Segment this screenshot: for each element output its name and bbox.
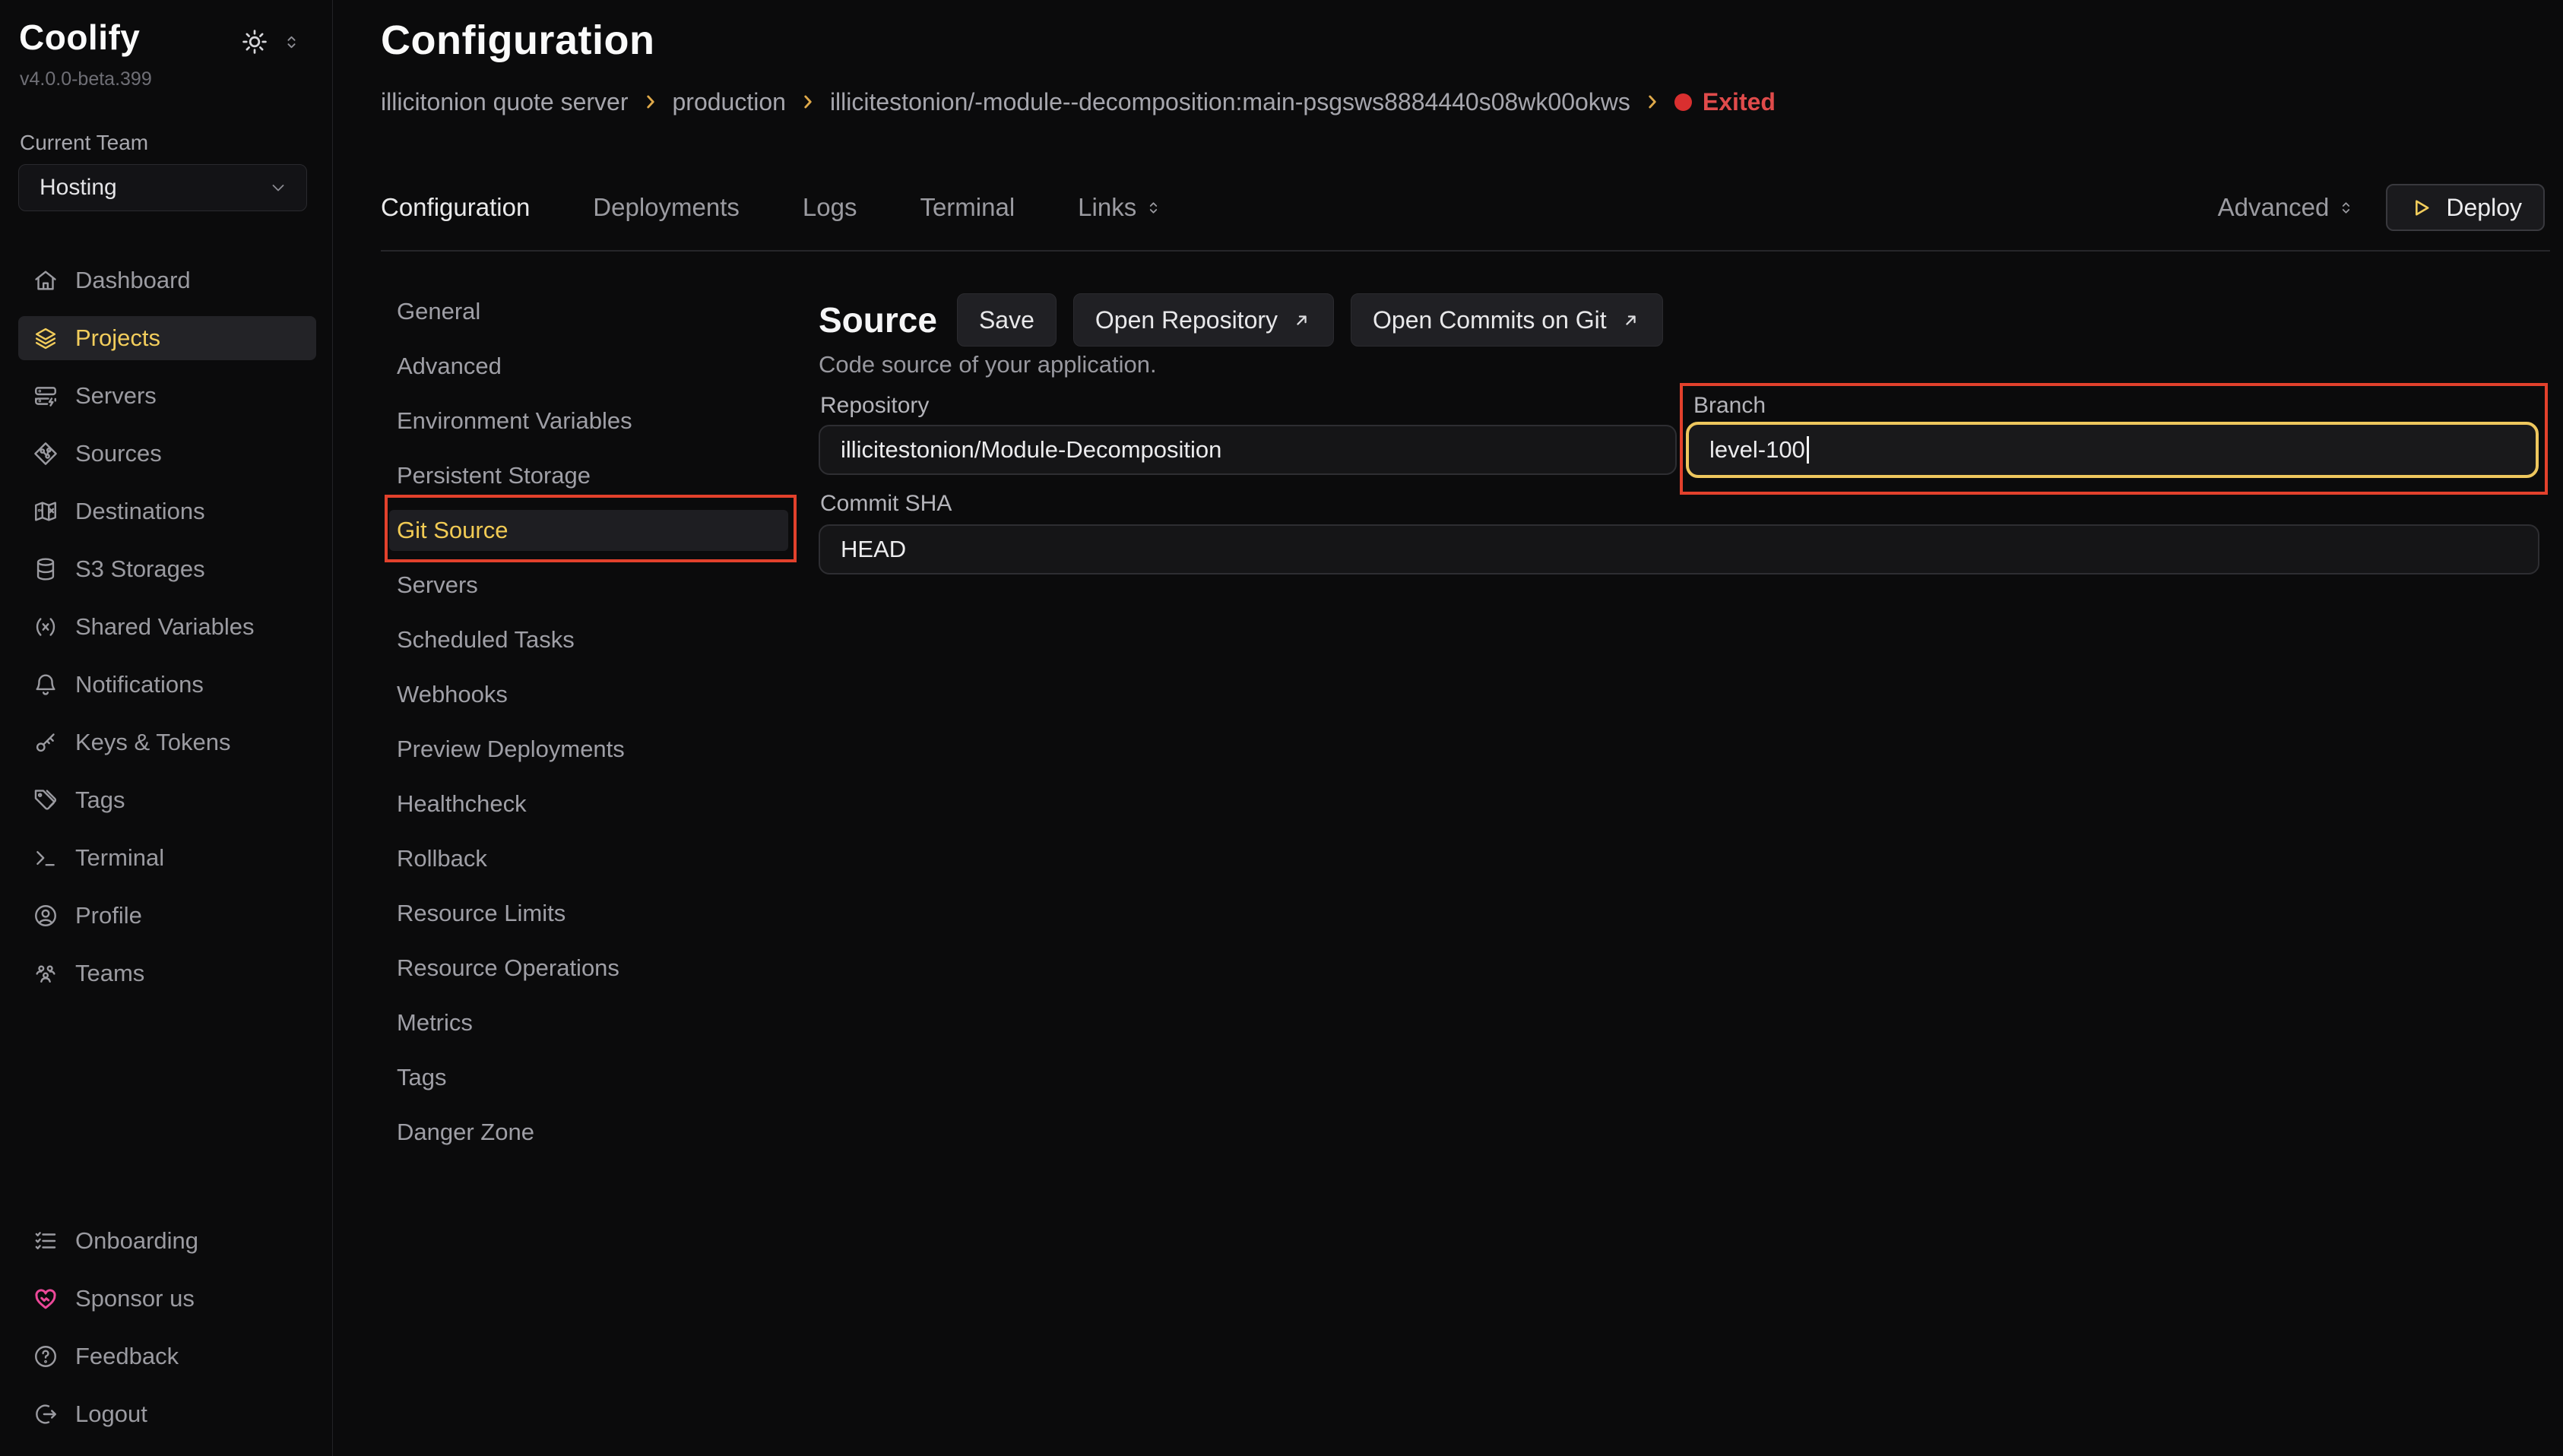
layers-icon [33, 325, 59, 351]
chevron-right-icon [641, 92, 661, 112]
server-icon [33, 383, 59, 409]
repository-label: Repository [820, 393, 929, 419]
subnav-item-resource-limits[interactable]: Resource Limits [389, 893, 788, 934]
open-repository-button[interactable]: Open Repository [1073, 293, 1334, 347]
app-logo: Coolify [19, 17, 140, 58]
subnav-item-servers[interactable]: Servers [389, 565, 788, 606]
commit-sha-input[interactable] [819, 524, 2539, 574]
sidebar-item-teams[interactable]: Teams [18, 951, 316, 995]
sidebar-item-projects[interactable]: Projects [18, 316, 316, 360]
sidebar-item-s3-storages[interactable]: S3 Storages [18, 547, 316, 591]
sidebar-item-profile[interactable]: Profile [18, 894, 316, 938]
current-team-label: Current Team [20, 131, 148, 155]
commit-sha-input-field[interactable] [841, 536, 2517, 563]
save-button[interactable]: Save [957, 293, 1057, 347]
checklist-icon [33, 1228, 59, 1254]
terminal-icon [33, 845, 59, 871]
coolify-app: Coolify v4.0.0-beta.399 Current Team Hos… [0, 0, 2563, 1456]
map-icon [33, 499, 59, 524]
subnav-item-git-source[interactable]: Git Source [389, 510, 788, 551]
user-circle-icon [33, 903, 59, 929]
settings-subnav: General Advanced Environment Variables P… [389, 291, 788, 1166]
help-circle-icon [33, 1344, 59, 1369]
variables-icon [33, 614, 59, 640]
branch-label: Branch [1693, 393, 1766, 419]
section-title: Source [819, 299, 937, 340]
external-link-icon [1620, 310, 1641, 331]
sidebar-item-logout[interactable]: Logout [18, 1392, 316, 1436]
unfold-icon[interactable] [281, 32, 302, 52]
subnav-item-healthcheck[interactable]: Healthcheck [389, 783, 788, 825]
sidebar-item-sources[interactable]: Sources [18, 432, 316, 476]
subnav-item-environment-variables[interactable]: Environment Variables [389, 400, 788, 442]
subnav-item-preview-deployments[interactable]: Preview Deployments [389, 729, 788, 770]
app-version: v4.0.0-beta.399 [20, 68, 152, 90]
sidebar-item-servers[interactable]: Servers [18, 374, 316, 418]
external-link-icon [1291, 310, 1312, 331]
subnav-item-tags[interactable]: Tags [389, 1057, 788, 1098]
logout-icon [33, 1401, 59, 1427]
subnav-item-rollback[interactable]: Rollback [389, 838, 788, 879]
heart-icon [33, 1286, 59, 1312]
team-select-value: Hosting [40, 175, 268, 201]
key-icon [33, 730, 59, 755]
subnav-item-general[interactable]: General [389, 291, 788, 332]
subnav-item-advanced[interactable]: Advanced [389, 346, 788, 387]
sidebar-item-feedback[interactable]: Feedback [18, 1334, 316, 1378]
subnav-item-resource-operations[interactable]: Resource Operations [389, 948, 788, 989]
main-content: Configuration illicitonion quote server … [333, 0, 2563, 1456]
sidebar: Coolify v4.0.0-beta.399 Current Team Hos… [0, 0, 333, 1456]
subnav-item-webhooks[interactable]: Webhooks [389, 674, 788, 715]
home-icon [33, 267, 59, 293]
repository-input[interactable] [819, 425, 1677, 475]
users-icon [33, 961, 59, 986]
sidebar-item-destinations[interactable]: Destinations [18, 489, 316, 533]
branch-input[interactable]: level-100 [1686, 422, 2539, 478]
sidebar-item-dashboard[interactable]: Dashboard [18, 258, 316, 302]
source-header: Source Save Open Repository Open Commits… [819, 293, 1663, 347]
sidebar-item-sponsor-us[interactable]: Sponsor us [18, 1277, 316, 1321]
repository-input-field[interactable] [841, 436, 1655, 464]
bell-icon [33, 672, 59, 698]
team-select[interactable]: Hosting [18, 164, 307, 211]
sidebar-item-keys-tokens[interactable]: Keys & Tokens [18, 720, 316, 764]
chevron-right-icon [798, 92, 818, 112]
subnav-item-persistent-storage[interactable]: Persistent Storage [389, 455, 788, 496]
subnav-item-scheduled-tasks[interactable]: Scheduled Tasks [389, 619, 788, 660]
sidebar-item-notifications[interactable]: Notifications [18, 663, 316, 707]
sidebar-item-terminal[interactable]: Terminal [18, 836, 316, 880]
git-source-icon [33, 441, 59, 467]
text-cursor [1807, 436, 1809, 464]
sidebar-item-tags[interactable]: Tags [18, 778, 316, 822]
breadcrumb-item-illicitonion-quote-server[interactable]: illicitonion quote server [381, 88, 661, 116]
section-description: Code source of your application. [819, 351, 1157, 378]
sun-icon[interactable] [240, 27, 269, 56]
page-title: Configuration [381, 17, 654, 64]
tag-icon [33, 787, 59, 813]
sidebar-footer-nav: Onboarding Sponsor us Feedback Logout [18, 1219, 316, 1450]
database-icon [33, 556, 59, 582]
open-commits-button[interactable]: Open Commits on Git [1351, 293, 1663, 347]
tab-configuration[interactable]: Configuration [381, 193, 556, 222]
sidebar-item-shared-variables[interactable]: Shared Variables [18, 605, 316, 649]
commit-sha-label: Commit SHA [820, 491, 952, 517]
chevron-down-icon [268, 178, 288, 198]
sidebar-nav: Dashboard Projects Servers Sources [18, 258, 316, 1009]
subnav-item-danger-zone[interactable]: Danger Zone [389, 1112, 788, 1153]
subnav-item-metrics[interactable]: Metrics [389, 1002, 788, 1043]
tab-deployments[interactable]: Deployments [593, 193, 766, 222]
sidebar-item-onboarding[interactable]: Onboarding [18, 1219, 316, 1263]
source-form: Source Save Open Repository Open Commits… [819, 0, 2545, 1456]
breadcrumb-item-production[interactable]: production [673, 88, 818, 116]
